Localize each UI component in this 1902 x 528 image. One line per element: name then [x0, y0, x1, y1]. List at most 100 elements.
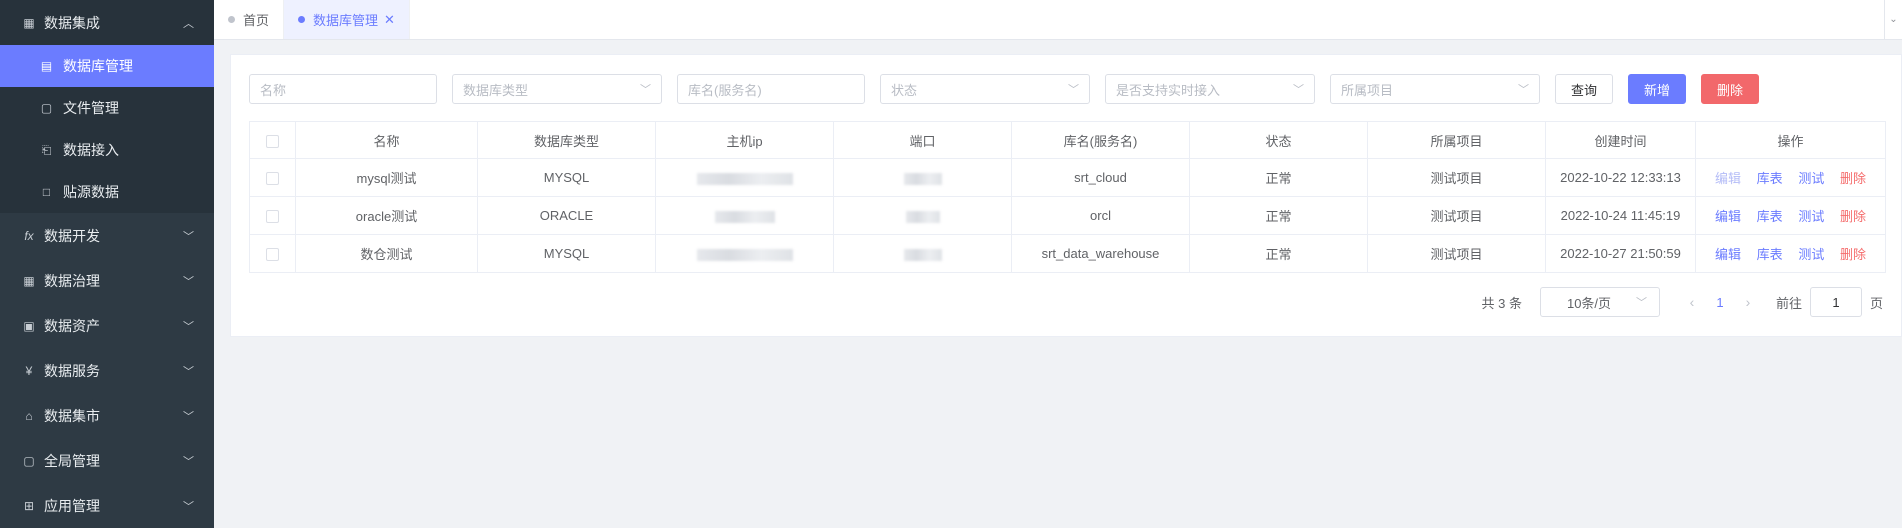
db-type-placeholder: 数据库类型: [463, 82, 529, 98]
sub-item-label: 文件管理: [63, 100, 119, 116]
page-number[interactable]: 1: [1706, 295, 1734, 310]
cell-host-ip-redacted: [655, 196, 834, 235]
cell-status: 正常: [1189, 234, 1368, 273]
chevron-down-icon: ﹀: [1518, 84, 1529, 96]
tabs-more-chevron-icon[interactable]: ⌄: [1884, 0, 1902, 39]
square-icon: □: [42, 185, 51, 199]
chevron-down-icon: ﹀: [183, 365, 194, 378]
edit-link[interactable]: 编辑: [1715, 168, 1741, 187]
filter-bar: 名称 数据库类型 ﹀ 库名(服务名) 状态 ﹀ 是否支持实时接入 ﹀ 所属项目 …: [249, 74, 1774, 104]
tab-home[interactable]: 首页: [214, 0, 285, 39]
tab-label: 首页: [243, 13, 270, 28]
status-select[interactable]: 状态 ﹀: [880, 74, 1090, 104]
edit-link[interactable]: 编辑: [1715, 244, 1741, 263]
col-header-host-ip: 主机ip: [655, 121, 834, 159]
chevron-down-icon: ﹀: [640, 84, 651, 96]
row-checkbox[interactable]: [249, 234, 296, 273]
test-link[interactable]: 测试: [1798, 244, 1824, 263]
fx-icon: fx: [24, 228, 34, 243]
chevron-up-icon: ︿: [183, 17, 194, 30]
table-header-row: 名称 数据库类型 主机ip 端口 库名(服务名) 状态 所属项目 创建时间 操作: [249, 121, 1886, 159]
tables-link[interactable]: 库表: [1757, 244, 1783, 263]
chevron-down-icon: ﹀: [183, 500, 194, 513]
cell-project: 测试项目: [1367, 234, 1546, 273]
menu-label: 数据开发: [44, 227, 100, 244]
next-page-icon[interactable]: ›: [1734, 294, 1762, 310]
project-select[interactable]: 所属项目 ﹀: [1330, 74, 1540, 104]
row-checkbox[interactable]: [249, 196, 296, 235]
cell-project: 测试项目: [1367, 158, 1546, 197]
realtime-select[interactable]: 是否支持实时接入 ﹀: [1105, 74, 1315, 104]
menu-app-management[interactable]: ⊞ 应用管理 ﹀: [0, 483, 214, 528]
menu-global-management[interactable]: ▢ 全局管理 ﹀: [0, 438, 214, 483]
test-link[interactable]: 测试: [1798, 206, 1824, 225]
name-placeholder: 名称: [260, 82, 287, 98]
menu-data-governance[interactable]: ▦ 数据治理 ﹀: [0, 258, 214, 303]
edit-link[interactable]: 编辑: [1715, 206, 1741, 225]
chevron-down-icon: ﹀: [1635, 297, 1647, 309]
apps-icon: ⊞: [23, 498, 35, 513]
cell-status: 正常: [1189, 158, 1368, 197]
cell-actions: 编辑 库表 测试 删除: [1695, 196, 1886, 235]
cell-db-type: MYSQL: [477, 234, 656, 273]
row-checkbox[interactable]: [249, 158, 296, 197]
db-type-select[interactable]: 数据库类型 ﹀: [452, 74, 662, 104]
close-icon[interactable]: ✕: [384, 12, 395, 28]
sidebar-item-data-access[interactable]: ⎗ 数据接入: [0, 129, 214, 171]
delete-link[interactable]: 删除: [1840, 244, 1866, 263]
col-header-db-type: 数据库类型: [477, 121, 656, 159]
cell-schema: srt_cloud: [1011, 158, 1190, 197]
sidebar-item-source-data[interactable]: □ 贴源数据: [0, 171, 214, 213]
sub-item-label: 数据接入: [63, 142, 119, 158]
col-header-project: 所属项目: [1367, 121, 1546, 159]
menu-data-integration[interactable]: ▦ 数据集成 ︿: [0, 0, 214, 45]
goto-page-input[interactable]: 1: [1809, 287, 1862, 317]
goto-suffix: 页: [1869, 295, 1883, 311]
table-row: mysql测试 MYSQL srt_cloud 正常 测试项目 2022-10-…: [249, 158, 1886, 197]
add-button[interactable]: 新增: [1628, 74, 1687, 104]
terminal-icon: ▣: [23, 318, 35, 333]
table-icon: ▦: [23, 273, 35, 288]
cell-port-redacted: [833, 196, 1012, 235]
select-all-checkbox[interactable]: [249, 121, 296, 159]
realtime-placeholder: 是否支持实时接入: [1116, 82, 1221, 98]
menu-data-development[interactable]: fx 数据开发 ﹀: [0, 213, 214, 258]
tables-link[interactable]: 库表: [1757, 206, 1783, 225]
cell-project: 测试项目: [1367, 196, 1546, 235]
menu-label: 数据集市: [44, 407, 100, 424]
prev-page-icon[interactable]: ‹: [1678, 294, 1706, 310]
tab-database-management[interactable]: 数据库管理 ✕: [284, 0, 410, 39]
query-button[interactable]: 查询: [1555, 74, 1614, 104]
col-header-name: 名称: [295, 121, 478, 159]
menu-label: 全局管理: [44, 452, 100, 469]
menu-data-mart[interactable]: ⌂ 数据集市 ﹀: [0, 393, 214, 438]
menu-data-assets[interactable]: ▣ 数据资产 ﹀: [0, 303, 214, 348]
name-input[interactable]: 名称: [249, 74, 437, 104]
cell-name: 数仓测试: [295, 234, 478, 273]
col-header-port: 端口: [833, 121, 1012, 159]
page-size-select[interactable]: 10条/页 ﹀: [1539, 287, 1660, 317]
menu-data-services[interactable]: ¥ 数据服务 ﹀: [0, 348, 214, 393]
menu-label: 数据服务: [44, 362, 100, 379]
menu-label: 应用管理: [44, 497, 100, 514]
chevron-down-icon: ﹀: [183, 230, 194, 243]
sidebar-item-database-management[interactable]: ▤ 数据库管理: [0, 45, 214, 87]
cell-created: 2022-10-27 21:50:59: [1545, 234, 1696, 273]
col-header-schema: 库名(服务名): [1011, 121, 1190, 159]
schema-input[interactable]: 库名(服务名): [677, 74, 865, 104]
delete-link[interactable]: 删除: [1840, 168, 1866, 187]
chevron-down-icon: ﹀: [183, 410, 194, 423]
delete-link[interactable]: 删除: [1840, 206, 1866, 225]
goto-label: 前往: [1775, 295, 1802, 311]
tables-link[interactable]: 库表: [1757, 168, 1783, 187]
main-card: 名称 数据库类型 ﹀ 库名(服务名) 状态 ﹀ 是否支持实时接入 ﹀ 所属项目 …: [230, 54, 1902, 337]
menu-label: 数据集成: [44, 14, 100, 31]
tabs-bar: 首页 数据库管理 ✕ ⌄: [214, 0, 1902, 40]
sidebar-item-file-management[interactable]: ▢ 文件管理: [0, 87, 214, 129]
table-row: oracle测试 ORACLE orcl 正常 测试项目 2022-10-24 …: [249, 196, 1886, 235]
test-link[interactable]: 测试: [1798, 168, 1824, 187]
panel-icon: ▢: [23, 453, 35, 468]
delete-button[interactable]: 删除: [1701, 74, 1760, 104]
cell-created: 2022-10-24 11:45:19: [1545, 196, 1696, 235]
menu-label: 数据资产: [44, 317, 100, 334]
